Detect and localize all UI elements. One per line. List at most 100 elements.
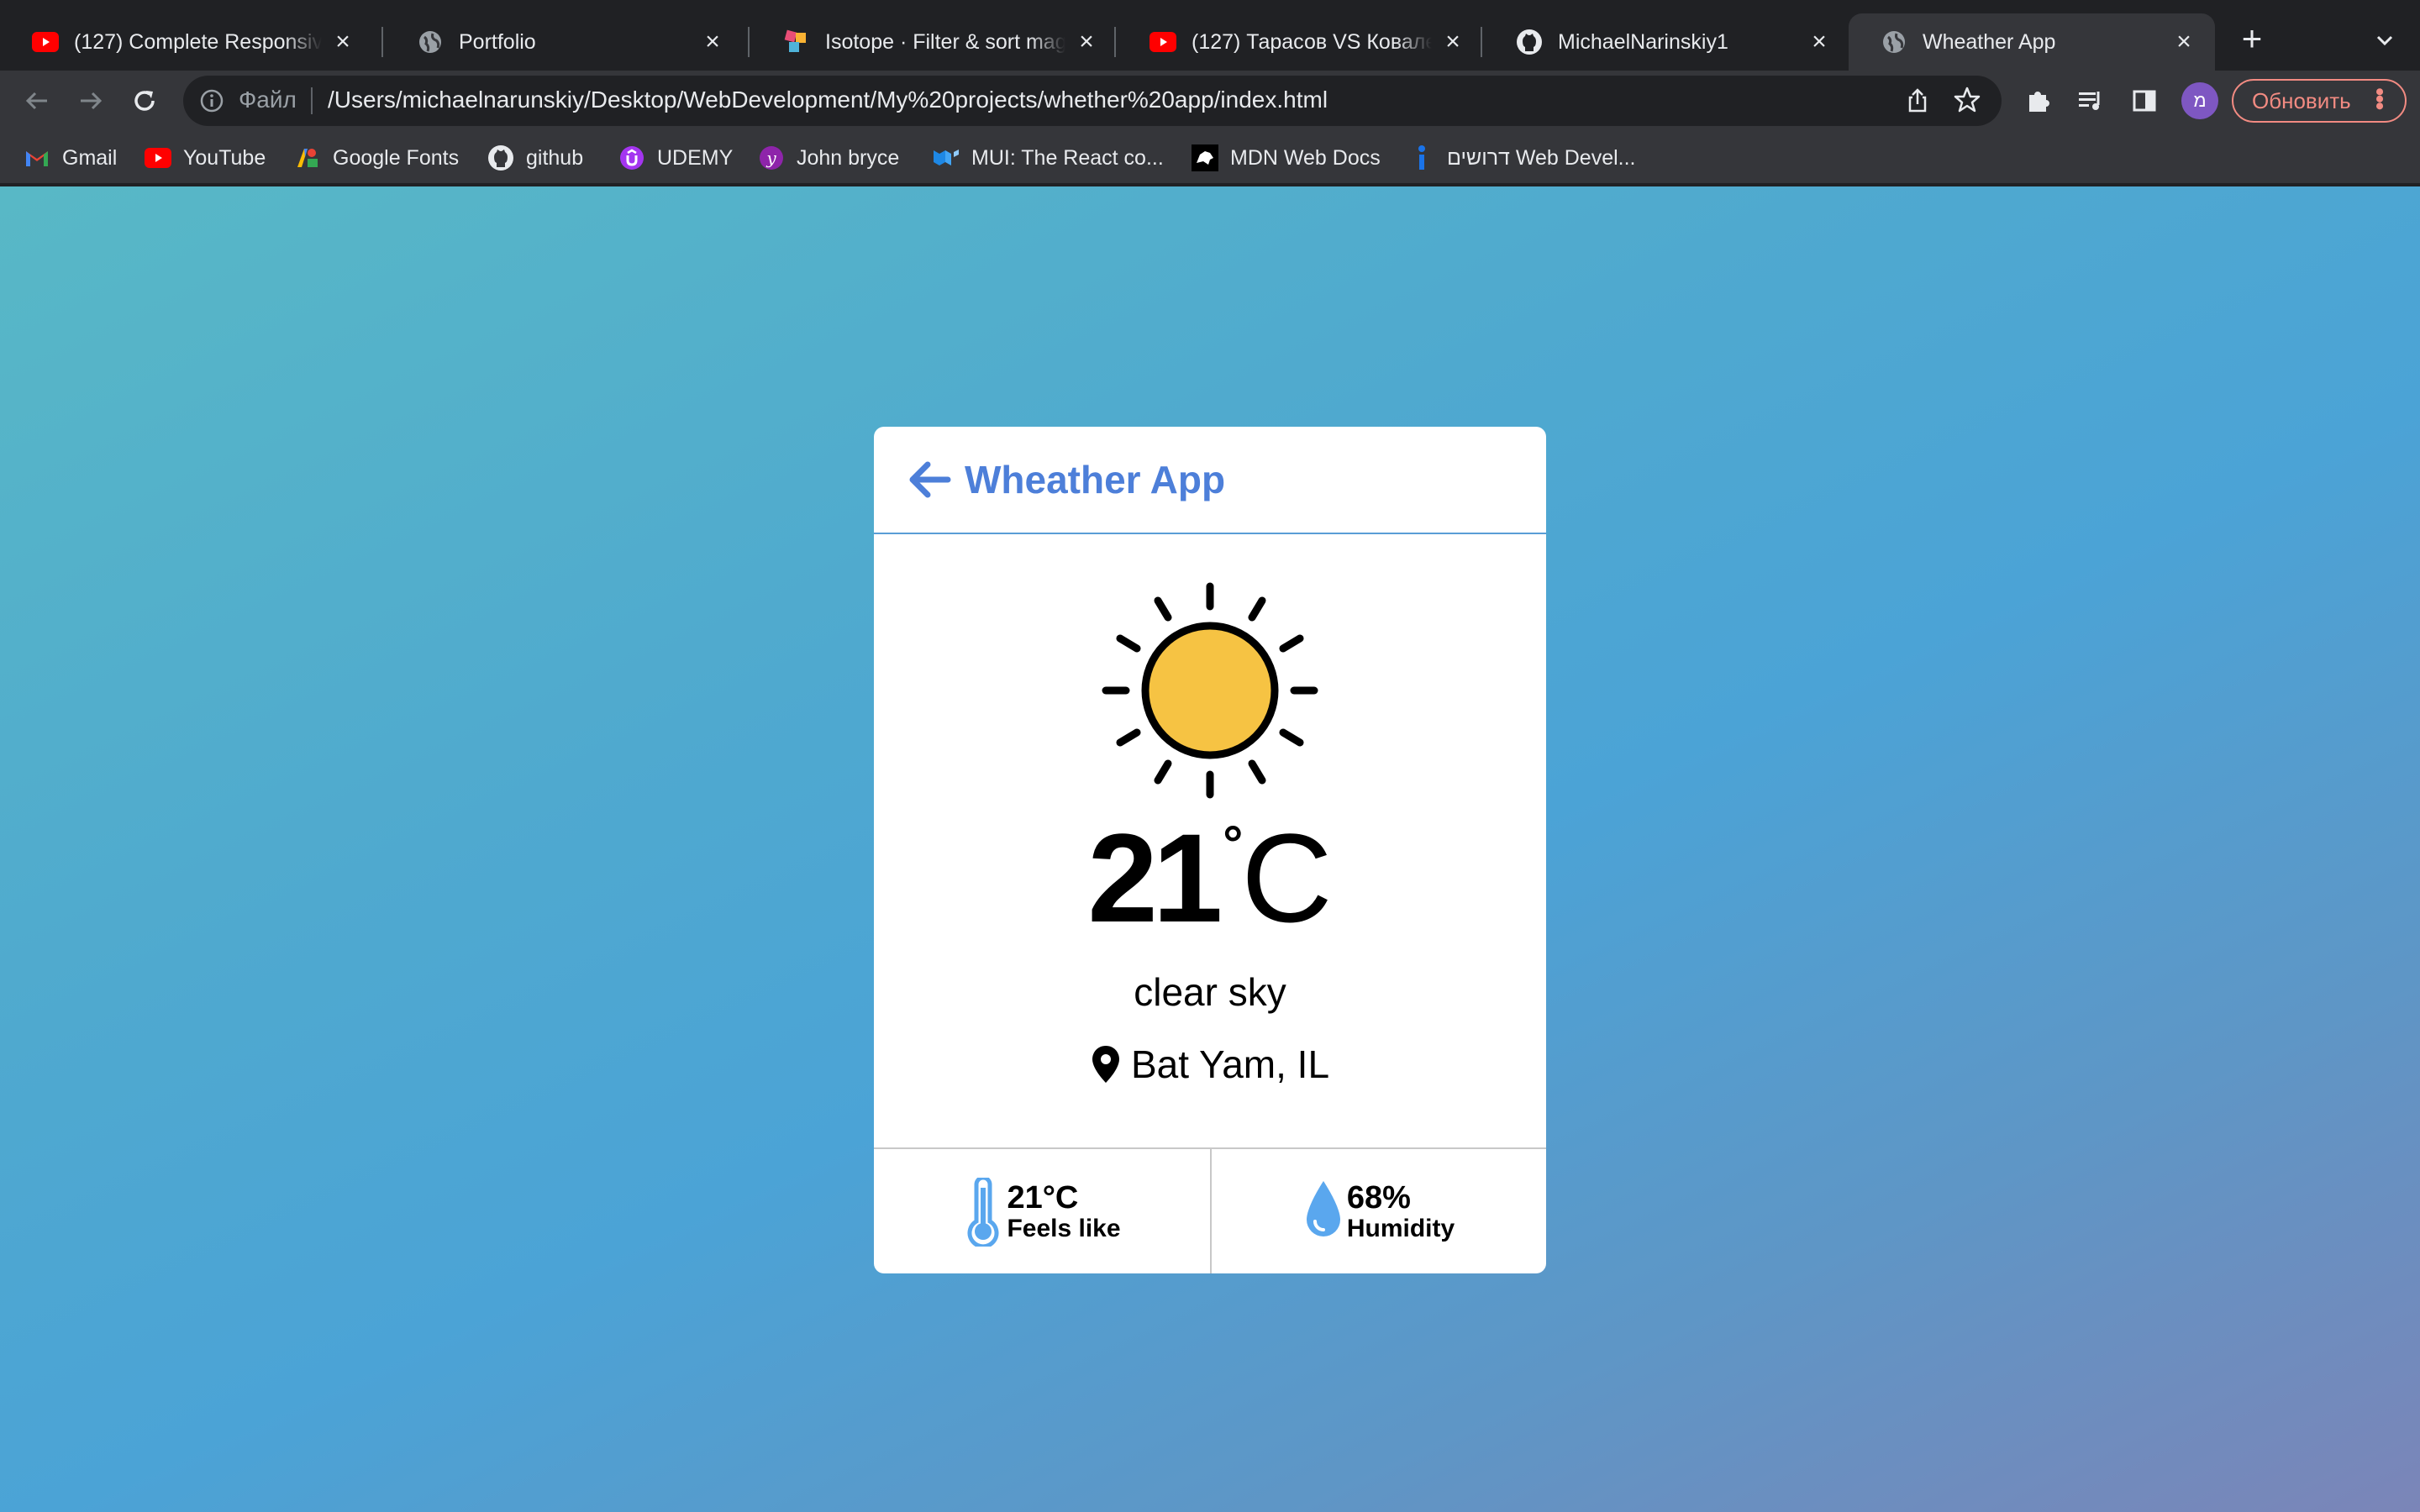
location-text: Bat Yam, IL	[1130, 1042, 1330, 1086]
bookmark-google-fonts[interactable]: Google Fonts	[294, 143, 459, 173]
browser-toolbar: Файл /Users/michaelnarunskiy/Desktop/Web…	[0, 71, 2420, 131]
tab-youtube-responsive[interactable]: (127) Complete Responsive ×	[0, 13, 374, 71]
bookmark-udemy[interactable]: UDEMY	[618, 143, 733, 173]
side-panel-button[interactable]	[2128, 84, 2161, 118]
humidity-label: Humidity	[1346, 1215, 1455, 1243]
close-icon[interactable]: ×	[1074, 29, 1099, 55]
svg-text:y: y	[765, 148, 776, 168]
tab-title: (127) Complete Responsive	[74, 29, 322, 54]
forward-button[interactable]	[74, 84, 108, 118]
location-pin-icon	[1092, 1046, 1119, 1083]
temperature-unit: C	[1241, 807, 1333, 948]
temperature-value: 21	[1087, 807, 1223, 948]
bookmark-mui[interactable]: MUI: The React co...	[933, 143, 1164, 173]
thermometer-icon	[967, 1178, 999, 1247]
bookmark-github[interactable]: github	[487, 143, 583, 173]
close-icon[interactable]: ×	[1807, 29, 1832, 55]
tab-title: MichaelNarinskiy1	[1558, 29, 1728, 54]
tab-wheather-app[interactable]: Wheather App ×	[1849, 13, 2215, 71]
arrow-left-icon	[25, 92, 47, 110]
temperature-display: 21 °C	[874, 815, 1546, 941]
mui-icon	[933, 144, 960, 171]
tab-github[interactable]: MichaelNarinskiy1 ×	[1484, 13, 1850, 71]
tab-search-button[interactable]	[2370, 25, 2400, 55]
youtube-icon	[145, 144, 171, 171]
bookmark-label: MUI: The React co...	[971, 145, 1164, 170]
url-scheme-label: Файл	[239, 87, 297, 113]
bookmark-mdn[interactable]: MDN Web Docs	[1192, 143, 1381, 173]
bookmark-label: Gmail	[62, 145, 118, 170]
tab-title: (127) Тарасов VS Коваленко	[1192, 29, 1432, 54]
close-icon[interactable]: ×	[1440, 29, 1465, 55]
tab-divider	[1481, 27, 1482, 57]
tab-youtube-tarasov[interactable]: (127) Тарасов VS Коваленко ×	[1118, 13, 1484, 71]
tab-isotope[interactable]: Isotope · Filter & sort magic ×	[751, 13, 1118, 71]
water-drop-icon	[1306, 1181, 1340, 1236]
tab-title: Isotope · Filter & sort magic	[825, 29, 1065, 54]
bookmark-label: UDEMY	[657, 145, 734, 170]
degree-symbol: °	[1223, 816, 1244, 872]
card-header: Wheather App	[874, 427, 1546, 534]
url-text[interactable]: /Users/michaelnarunskiy/Desktop/WebDevel…	[328, 87, 1328, 113]
update-button[interactable]: Обновить •••	[2232, 79, 2407, 123]
media-control-button[interactable]	[2074, 84, 2107, 118]
bookmarks-bar: Gmail YouTube Google Fonts github UDEMY …	[0, 131, 2420, 185]
bookmark-label: דרושים Web Devel...	[1447, 145, 1636, 170]
reload-button[interactable]	[128, 84, 161, 118]
jobs-icon	[1408, 144, 1435, 171]
new-tab-button[interactable]: +	[2235, 21, 2269, 57]
tab-portfolio[interactable]: Portfolio ×	[385, 13, 744, 71]
tab-strip: (127) Complete Responsive × Portfolio × …	[0, 0, 2420, 71]
feels-like-stat: 21°C Feels like	[874, 1149, 1210, 1273]
info-icon[interactable]	[198, 87, 225, 114]
chevron-down-icon	[2376, 35, 2393, 46]
github-icon	[487, 144, 514, 171]
globe-icon	[417, 29, 444, 55]
reload-icon	[134, 91, 155, 111]
extensions-button[interactable]	[2022, 84, 2055, 118]
google-fonts-icon	[294, 144, 321, 171]
side-panel-icon	[2133, 90, 2156, 112]
weather-stats: 21°C Feels like 68% Humidity	[874, 1147, 1546, 1273]
share-icon[interactable]	[1904, 87, 1931, 114]
app-title: Wheather App	[965, 458, 1226, 501]
arrow-right-icon	[81, 92, 103, 110]
mdn-icon	[1192, 144, 1218, 171]
tab-divider	[381, 27, 383, 57]
back-button[interactable]	[20, 84, 54, 118]
address-bar[interactable]: Файл /Users/michaelnarunskiy/Desktop/Web…	[183, 76, 2002, 126]
bookmark-gmail[interactable]: Gmail	[24, 143, 117, 173]
feels-like-label: Feels like	[1007, 1215, 1121, 1243]
humidity-value: 68%	[1346, 1180, 1411, 1216]
youtube-icon	[32, 29, 59, 55]
profile-avatar[interactable]: מ	[2181, 82, 2218, 119]
bookmark-label: John bryce	[797, 145, 900, 170]
bookmark-jobs[interactable]: דרושים Web Devel...	[1408, 143, 1636, 173]
bookmark-youtube[interactable]: YouTube	[145, 143, 266, 173]
close-icon[interactable]: ×	[700, 29, 725, 55]
tab-title: Portfolio	[459, 29, 536, 54]
bookmark-label: Google Fonts	[333, 145, 460, 170]
tab-title: Wheather App	[1923, 29, 2056, 54]
bookmark-label: MDN Web Docs	[1230, 145, 1381, 170]
bookmark-john-bryce[interactable]: y John bryce	[758, 143, 899, 173]
bookmark-star-icon[interactable]	[1953, 86, 1981, 114]
john-bryce-icon: y	[758, 144, 785, 171]
more-vert-icon: •••	[2365, 87, 2393, 109]
update-button-label: Обновить	[2252, 87, 2351, 113]
github-icon	[1516, 29, 1543, 55]
tab-divider	[1114, 27, 1116, 57]
isotope-icon	[783, 29, 810, 55]
page-viewport: Wheather App 21 °C clear sky Bat Yam, IL…	[0, 186, 2420, 1512]
globe-icon	[1881, 29, 1907, 55]
humidity-stat: 68% Humidity	[1210, 1149, 1546, 1273]
udemy-icon	[618, 144, 645, 171]
close-icon[interactable]: ×	[2171, 29, 2196, 55]
feels-like-value: 21°C	[1007, 1180, 1079, 1216]
youtube-icon	[1150, 29, 1176, 55]
close-icon[interactable]: ×	[330, 29, 355, 55]
sun-icon	[1102, 582, 1318, 799]
location: Bat Yam, IL	[874, 1042, 1546, 1087]
bookmark-label: YouTube	[183, 145, 266, 170]
back-arrow-icon[interactable]	[904, 454, 955, 505]
